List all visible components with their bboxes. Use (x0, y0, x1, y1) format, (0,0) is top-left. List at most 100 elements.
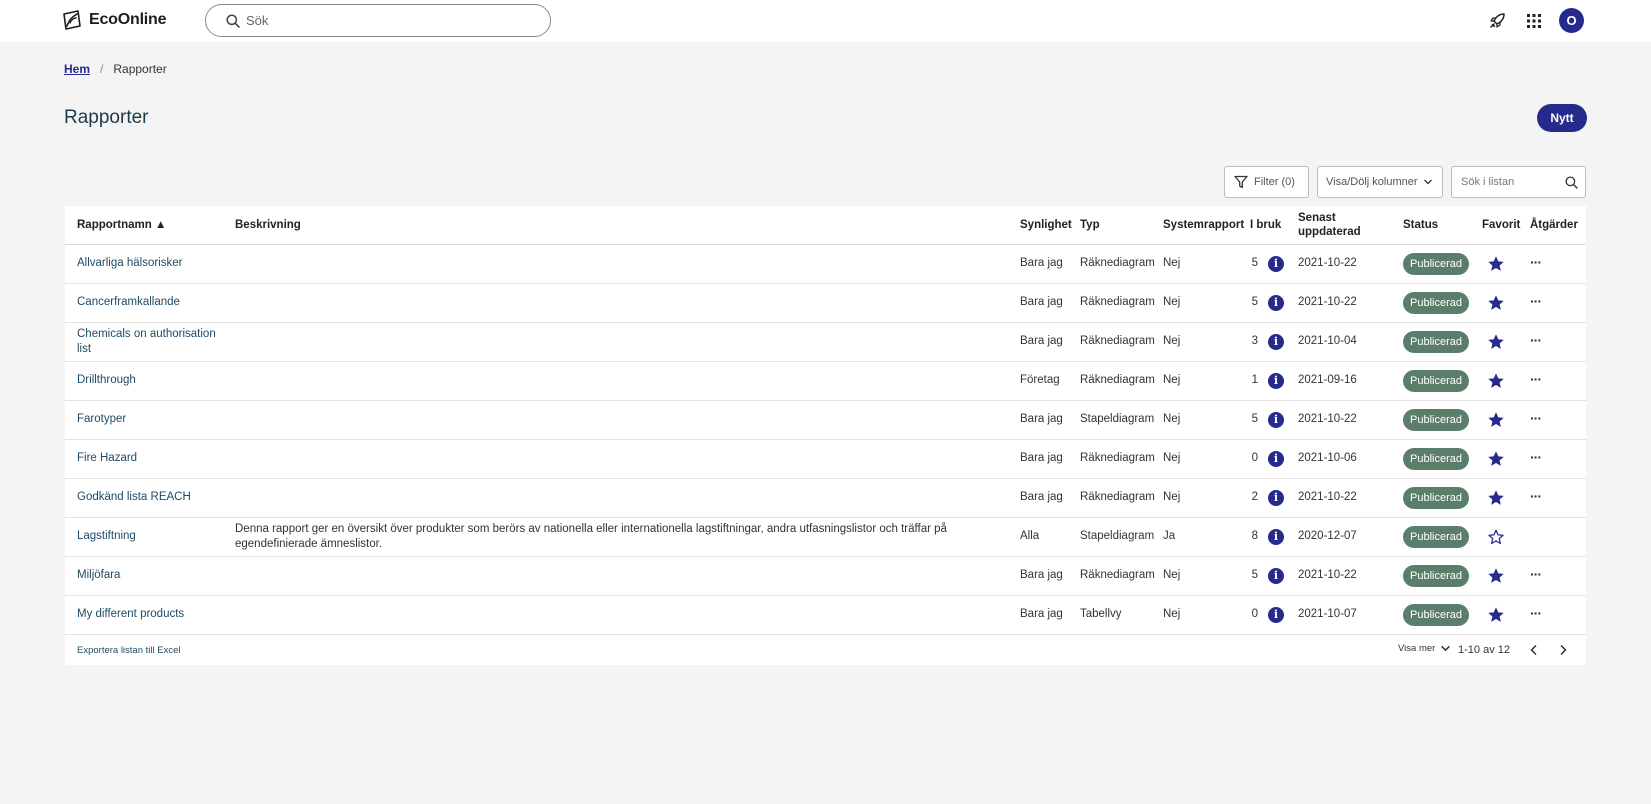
report-system: Nej (1151, 478, 1238, 518)
info-icon[interactable]: i (1268, 528, 1284, 545)
star-filled-icon[interactable] (1482, 333, 1518, 351)
report-name[interactable]: Fire Hazard (77, 451, 217, 466)
more-actions-icon[interactable]: ··· (1530, 254, 1542, 270)
report-name[interactable]: Cancerframkallande (77, 295, 217, 310)
info-icon[interactable]: i (1268, 567, 1284, 584)
pagination-range: 1-10 av 12 (1458, 643, 1510, 656)
star-filled-icon[interactable] (1482, 606, 1518, 624)
table-row[interactable]: Miljöfara Bara jag Räknediagram Nej 5 i 2021-1… (65, 556, 1586, 596)
more-actions-icon[interactable]: ··· (1530, 293, 1542, 309)
report-name-link[interactable]: My different products (65, 595, 223, 635)
previous-page-button[interactable] (1527, 643, 1541, 657)
more-actions-icon[interactable]: ··· (1530, 410, 1542, 426)
info-icon[interactable]: i (1268, 294, 1284, 311)
toggle-columns-dropdown[interactable]: Visa/Dölj kolumner (1317, 166, 1443, 198)
report-updated: 2021-10-22 (1286, 556, 1391, 596)
new-report-button[interactable]: Nytt (1537, 104, 1587, 132)
column-header-name[interactable]: Rapportnamn ▲ (65, 206, 223, 245)
filter-button[interactable]: Filter (0) (1224, 166, 1309, 198)
report-status-cell: Publicerad (1391, 361, 1470, 401)
info-icon[interactable]: i (1268, 489, 1284, 506)
info-icon[interactable]: i (1268, 606, 1284, 623)
report-name-link[interactable]: Cancerframkallande (65, 283, 223, 323)
report-name-link[interactable]: Miljöfara (65, 556, 223, 596)
column-header-type[interactable]: Typ (1068, 206, 1151, 245)
more-actions-icon[interactable]: ··· (1530, 449, 1542, 465)
info-icon[interactable]: i (1268, 333, 1284, 350)
global-search-input[interactable] (246, 13, 526, 28)
rocket-icon[interactable] (1486, 10, 1508, 32)
search-icon (226, 13, 240, 28)
star-outline-icon[interactable] (1482, 528, 1518, 546)
info-icon[interactable]: i (1268, 450, 1284, 467)
report-status-cell: Publicerad (1391, 517, 1470, 557)
table-row[interactable]: Chemicals on authorisation list Bara jag R… (65, 322, 1586, 362)
star-filled-icon[interactable] (1482, 255, 1518, 273)
status-badge: Publicerad (1403, 369, 1469, 392)
table-row[interactable]: Godkänd lista REACH Bara jag Räknediagram N… (65, 478, 1586, 518)
table-row[interactable]: Drillthrough Företag Räknediagram Nej 1 i 2021… (65, 361, 1586, 401)
report-name[interactable]: Chemicals on authorisation list (77, 327, 217, 357)
report-name-link[interactable]: Lagstiftning (65, 517, 223, 557)
info-icon[interactable]: i (1268, 372, 1284, 389)
report-name[interactable]: Lagstiftning (77, 529, 217, 544)
next-page-button[interactable] (1556, 643, 1570, 657)
column-header-status[interactable]: Status (1391, 206, 1470, 245)
report-name-link[interactable]: Fire Hazard (65, 439, 223, 479)
chevron-down-icon (1423, 179, 1432, 185)
table-row[interactable]: Allvarliga hälsorisker Bara jag Räknediagr… (65, 244, 1586, 284)
report-name[interactable]: Farotyper (77, 412, 217, 427)
column-header-favorite[interactable]: Favorit (1470, 206, 1520, 245)
table-row[interactable]: Cancerframkallande Bara jag Räknediagram Ne… (65, 283, 1586, 323)
report-name[interactable]: Godkänd lista REACH (77, 490, 217, 505)
brand-logo[interactable]: EcoOnline (61, 9, 167, 31)
report-name-link[interactable]: Allvarliga hälsorisker (65, 244, 223, 284)
column-header-visibility[interactable]: Synlighet (1008, 206, 1072, 245)
export-excel-link[interactable]: Exportera listan till Excel (77, 645, 180, 656)
report-name-link[interactable]: Drillthrough (65, 361, 223, 401)
report-in-use-cell: 5i (1238, 244, 1286, 284)
search-icon[interactable] (1565, 176, 1578, 189)
report-name-link[interactable]: Godkänd lista REACH (65, 478, 223, 518)
star-filled-icon[interactable] (1482, 372, 1518, 390)
user-avatar[interactable]: O (1559, 8, 1584, 33)
column-header-description[interactable]: Beskrivning (223, 206, 1008, 245)
info-icon[interactable]: i (1268, 255, 1284, 272)
more-actions-icon[interactable]: ··· (1530, 566, 1542, 582)
more-actions-icon[interactable]: ··· (1530, 371, 1542, 387)
info-icon[interactable]: i (1268, 411, 1284, 428)
show-more-dropdown[interactable]: Visa mer (1398, 643, 1451, 654)
more-actions-icon[interactable]: ··· (1530, 488, 1542, 504)
star-filled-icon[interactable] (1482, 567, 1518, 585)
app-grid-icon[interactable] (1523, 10, 1545, 32)
page-title: Rapporter (64, 107, 149, 128)
report-name-link[interactable]: Farotyper (65, 400, 223, 440)
column-header-updated[interactable]: Senast uppdaterad (1286, 206, 1391, 245)
report-in-use-count: 0 (1251, 608, 1258, 620)
report-name[interactable]: Drillthrough (77, 373, 217, 388)
report-name[interactable]: Allvarliga hälsorisker (77, 256, 217, 271)
star-filled-icon[interactable] (1482, 411, 1518, 429)
report-name[interactable]: My different products (77, 607, 217, 622)
global-search[interactable] (205, 4, 551, 37)
list-search[interactable] (1451, 166, 1586, 198)
list-search-input[interactable] (1461, 176, 1561, 188)
table-row[interactable]: Lagstiftning Denna rapport ger en översik… (65, 517, 1586, 557)
report-name[interactable]: Miljöfara (77, 568, 217, 583)
report-in-use-count: 1 (1251, 374, 1258, 386)
table-row[interactable]: My different products Bara jag Tabellvy Nej… (65, 595, 1586, 635)
table-row[interactable]: Fire Hazard Bara jag Räknediagram Nej 0 i 2021… (65, 439, 1586, 479)
column-header-in-use[interactable]: I bruk (1238, 206, 1286, 245)
favorite-cell (1470, 283, 1518, 323)
favorite-cell (1470, 595, 1518, 635)
column-header-system[interactable]: Systemrapport (1151, 206, 1244, 245)
more-actions-icon[interactable]: ··· (1530, 332, 1542, 348)
table-row[interactable]: Farotyper Bara jag Stapeldiagram Nej 5 i 2021-… (65, 400, 1586, 440)
star-filled-icon[interactable] (1482, 294, 1518, 312)
more-actions-icon[interactable]: ··· (1530, 605, 1542, 621)
star-filled-icon[interactable] (1482, 489, 1518, 507)
report-name-link[interactable]: Chemicals on authorisation list (65, 322, 223, 362)
report-description (223, 244, 1008, 284)
breadcrumb-home-link[interactable]: Hem (64, 62, 90, 76)
star-filled-icon[interactable] (1482, 450, 1518, 468)
